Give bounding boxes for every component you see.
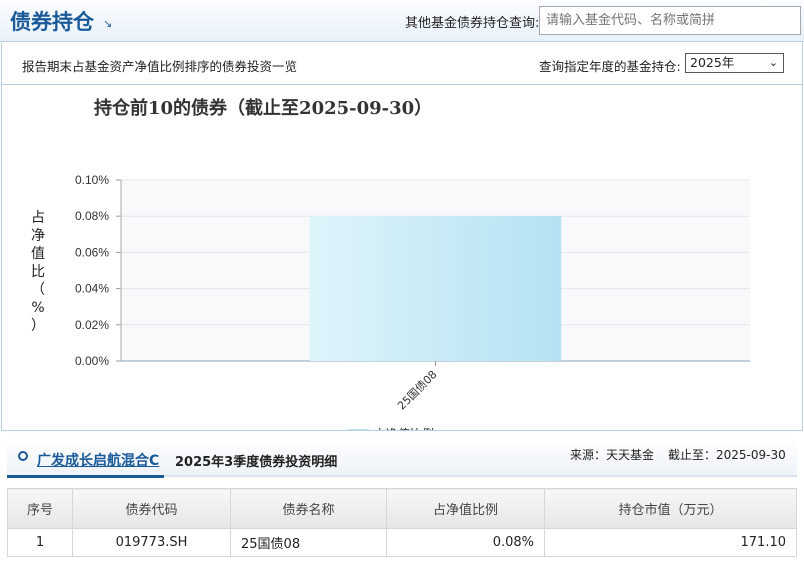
y-tick-label: 0.10%	[75, 173, 109, 187]
year-select[interactable]: 2025年 ⌄	[685, 53, 784, 73]
panel-description: 报告期末占基金资产净值比例排序的债券投资一览	[22, 59, 298, 74]
as-of-date: 截止至：2025-09-30	[668, 448, 786, 462]
legend-label: 占净值比例	[374, 426, 434, 430]
y-axis-label: 占净值比 （% ）	[31, 210, 45, 334]
year-select-label: 查询指定年度的基金持仓:	[539, 59, 681, 74]
chart-panel: 报告期末占基金资产净值比例排序的债券投资一览 查询指定年度的基金持仓: 2025…	[1, 43, 803, 431]
y-tick-label: 0.06%	[75, 245, 109, 259]
fund-name-link[interactable]: 广发成长启航混合C	[37, 450, 159, 470]
y-axis-label-char: 值	[31, 246, 45, 262]
chart-legend: 占净值比例	[347, 426, 434, 430]
page-title: 债券持仓	[10, 10, 94, 34]
expand-arrow-icon[interactable]: ↘	[103, 17, 112, 30]
bond-chart: 持仓前10的债券（截止至2025-09-30） 占净值比 （% ） 0.00% 0.0…	[31, 97, 750, 430]
page-header: 债券持仓 ↘ 其他基金债券持仓查询:	[0, 0, 804, 42]
chart-title: 持仓前10的债券（截止至2025-09-30）	[94, 97, 432, 119]
chart-bars	[309, 216, 562, 361]
col-header-code: 债券代码	[72, 488, 231, 529]
row-code: 019773.SH	[72, 528, 231, 557]
fund-search-input[interactable]	[539, 6, 801, 35]
table-header-row: 序号 债券代码 债券名称 占净值比例 持仓市值（万元）	[7, 488, 797, 529]
row-ratio: 0.08%	[386, 528, 545, 557]
chevron-down-icon: ⌄	[768, 56, 778, 69]
y-axis-label-char: （	[31, 282, 45, 298]
y-axis-label-char: 占	[31, 210, 45, 226]
detail-title: 2025年3季度债券投资明细	[175, 455, 338, 470]
y-tick-label: 0.02%	[75, 318, 109, 332]
holdings-table: 序号 债券代码 债券名称 占净值比例 持仓市值（万元） 1 019773.SH …	[7, 488, 797, 557]
table-row: 1 019773.SH 25国债08 0.08% 171.10	[7, 528, 797, 557]
fund-search-label: 其他基金债券持仓查询:	[405, 16, 540, 31]
legend-swatch	[347, 429, 369, 430]
panel-subbar: 报告期末占基金资产净值比例排序的债券投资一览 查询指定年度的基金持仓: 2025…	[2, 43, 802, 85]
active-tab-underline	[7, 475, 164, 478]
row-name: 25国债08	[230, 528, 387, 557]
row-index: 1	[7, 528, 73, 557]
y-tick-label: 0.08%	[75, 209, 109, 223]
x-tick-label: 25国债08	[394, 367, 439, 412]
x-axis-ticks: 25国债08	[394, 361, 440, 412]
bond-holdings-page: 债券持仓 ↘ 其他基金债券持仓查询: 报告期末占基金资产净值比例排序的债券投资一…	[0, 0, 804, 562]
col-header-ratio: 占净值比例	[386, 488, 545, 529]
col-header-value: 持仓市值（万元）	[544, 488, 797, 529]
y-axis-label-char: ）	[31, 318, 45, 334]
circle-bullet-icon	[18, 451, 28, 461]
y-axis-label-char: %	[31, 300, 44, 316]
detail-header: 广发成长启航混合C 2025年3季度债券投资明细 来源：天天基金 截止至：202…	[7, 437, 797, 477]
year-select-value: 2025年	[690, 55, 735, 70]
col-header-name: 债券名称	[230, 488, 387, 529]
y-tick-label: 0.00%	[75, 354, 109, 368]
y-axis-label-char: 比	[31, 264, 45, 280]
y-tick-label: 0.04%	[75, 282, 109, 296]
data-source: 来源：天天基金	[570, 448, 655, 462]
y-axis-label-char: 净	[31, 228, 45, 244]
row-value: 171.10	[544, 528, 797, 557]
bar	[309, 216, 562, 361]
col-header-index: 序号	[7, 488, 73, 529]
